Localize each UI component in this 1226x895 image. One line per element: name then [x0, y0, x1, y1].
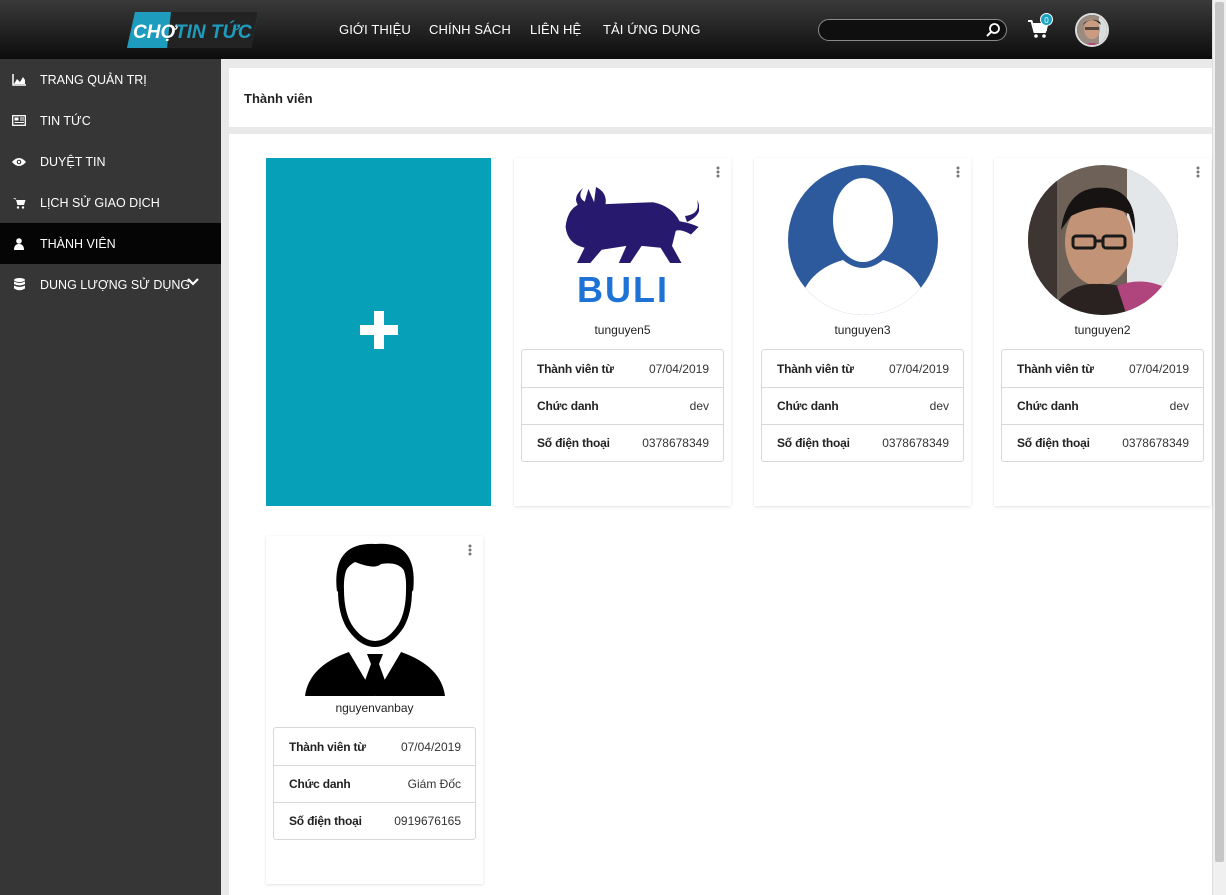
info-key: Số điện thoại [289, 814, 362, 828]
member-card[interactable]: tunguyen2 Thành viên từ 07/04/2019 Chức d… [994, 158, 1211, 506]
member-username: tunguyen3 [834, 323, 891, 337]
info-row: Chức danh dev [522, 387, 723, 424]
svg-text:BULI: BULI [577, 269, 669, 310]
sidebar: TRANG QUẢN TRỊ TIN TỨC DUYỆT TIN LỊCH SỬ… [0, 59, 221, 895]
sidebar-item-label: THÀNH VIÊN [40, 236, 116, 251]
nav-link[interactable]: GIỚI THIỆU [339, 22, 411, 37]
info-key: Chức danh [777, 399, 839, 413]
eye-icon [11, 154, 27, 170]
sidebar-item-review[interactable]: DUYỆT TIN [0, 141, 221, 182]
info-row: Số điện thoại 0378678349 [1002, 424, 1203, 461]
info-key: Chức danh [289, 777, 351, 791]
member-username: tunguyen5 [594, 323, 651, 337]
info-value: 07/04/2019 [888, 361, 949, 376]
info-key: Thành viên từ [289, 739, 366, 754]
info-row: Thành viên từ 07/04/2019 [274, 728, 475, 765]
user-icon [11, 236, 27, 252]
buli-logo-avatar: BULI [565, 187, 699, 310]
nav-link[interactable]: TẢI ỨNG DỤNG [603, 22, 701, 37]
sidebar-item-members[interactable]: THÀNH VIÊN [0, 223, 221, 264]
info-value: 0378678349 [642, 436, 709, 450]
nav-download-app[interactable]: TẢI ỨNG DỤNG [603, 0, 701, 59]
sidebar-item-label: LỊCH SỬ GIAO DỊCH [40, 195, 160, 210]
sidebar-item-transactions[interactable]: LỊCH SỬ GIAO DỊCH [0, 182, 221, 223]
nav-link[interactable]: CHÍNH SÁCH [429, 22, 511, 37]
info-row: Chức danh dev [1002, 387, 1203, 424]
member-username: tunguyen2 [1074, 323, 1131, 337]
newspaper-icon [11, 113, 27, 129]
info-key: Chức danh [1017, 399, 1079, 413]
member-info-table: Thành viên từ 07/04/2019 Chức danh Giám Đố… [273, 727, 476, 840]
info-row: Chức danh Giám Đốc [274, 765, 475, 802]
search-box[interactable] [818, 19, 1007, 41]
cart-icon [11, 195, 27, 211]
svg-text:TIN TỨC: TIN TỨC [175, 21, 252, 43]
default-avatar [788, 165, 938, 315]
page-header: Thành viên [229, 68, 1212, 127]
sidebar-item-label: TRANG QUẢN TRỊ [40, 72, 147, 87]
member-info-table: Thành viên từ 07/04/2019 Chức danh dev Số … [1001, 349, 1204, 462]
info-value: dev [689, 399, 709, 413]
info-row: Số điện thoại 0378678349 [762, 424, 963, 461]
scrollbar-thumb[interactable] [1215, 2, 1224, 862]
info-row: Số điện thoại 0378678349 [522, 424, 723, 461]
more-options-icon[interactable] [1196, 166, 1200, 178]
user-avatar[interactable] [1075, 13, 1109, 47]
more-options-icon[interactable] [956, 166, 960, 178]
area-chart-icon [11, 72, 27, 88]
sidebar-item-label: TIN TỨC [40, 113, 91, 128]
info-value: 0378678349 [1122, 436, 1189, 450]
member-card[interactable]: nguyenvanbay Thành viên từ 07/04/2019 Chứ… [266, 536, 483, 884]
info-key: Thành viên từ [537, 361, 614, 376]
member-card[interactable]: BULI tunguyen5 Thành viên từ 07/04/2019 C… [514, 158, 731, 506]
more-options-icon[interactable] [468, 544, 472, 556]
member-username: nguyenvanbay [335, 701, 414, 715]
info-value: dev [1169, 399, 1189, 413]
search-icon[interactable] [985, 22, 1001, 38]
info-row: Thành viên từ 07/04/2019 [522, 350, 723, 387]
info-key: Chức danh [537, 399, 599, 413]
sidebar-item-news[interactable]: TIN TỨC [0, 100, 221, 141]
plus-icon [374, 311, 384, 349]
info-value: Giám Đốc [407, 777, 461, 791]
sidebar-item-label: DUYỆT TIN [40, 154, 106, 169]
database-icon [11, 277, 27, 293]
cart-count-badge: 0 [1040, 13, 1053, 26]
info-value: 07/04/2019 [1128, 361, 1189, 376]
info-key: Số điện thoại [1017, 436, 1090, 450]
info-key: Thành viên từ [777, 361, 854, 376]
site-logo[interactable]: CHỢ TIN TỨC [127, 12, 258, 48]
info-row: Số điện thoại 0919676165 [274, 802, 475, 839]
info-row: Thành viên từ 07/04/2019 [1002, 350, 1203, 387]
sidebar-item-label: DUNG LƯỢNG SỬ DỤNG [40, 277, 191, 292]
page-title: Thành viên [244, 91, 313, 106]
member-card[interactable]: tunguyen3 Thành viên từ 07/04/2019 Chức d… [754, 158, 971, 506]
nav-contact[interactable]: LIÊN HỆ [530, 0, 581, 59]
info-row: Chức danh dev [762, 387, 963, 424]
info-value: 0919676165 [394, 814, 461, 828]
nav-about[interactable]: GIỚI THIỆU [339, 0, 411, 59]
info-row: Thành viên từ 07/04/2019 [762, 350, 963, 387]
more-options-icon[interactable] [716, 166, 720, 178]
member-info-table: Thành viên từ 07/04/2019 Chức danh dev Số … [521, 349, 724, 462]
info-key: Số điện thoại [777, 436, 850, 450]
info-value: 07/04/2019 [648, 361, 709, 376]
page-scrollbar[interactable] [1212, 0, 1226, 895]
chevron-down-icon[interactable] [187, 278, 199, 286]
info-key: Thành viên từ [1017, 361, 1094, 376]
svg-text:CHỢ: CHỢ [133, 22, 178, 43]
top-bar: CHỢ TIN TỨC GIỚI THIỆU CHÍNH SÁCH LIÊN H… [0, 0, 1212, 59]
sidebar-item-storage[interactable]: DUNG LƯỢNG SỬ DỤNG [0, 264, 221, 305]
sidebar-item-admin[interactable]: TRANG QUẢN TRỊ [0, 59, 221, 100]
info-value: dev [929, 399, 949, 413]
info-key: Số điện thoại [537, 436, 610, 450]
nav-link[interactable]: LIÊN HỆ [530, 22, 581, 37]
member-info-table: Thành viên từ 07/04/2019 Chức danh dev Số … [761, 349, 964, 462]
add-member-card[interactable] [266, 158, 491, 506]
nav-policy[interactable]: CHÍNH SÁCH [429, 0, 511, 59]
info-value: 0378678349 [882, 436, 949, 450]
photo-avatar [1028, 165, 1178, 315]
businessman-avatar [305, 543, 445, 696]
info-value: 07/04/2019 [400, 739, 461, 754]
